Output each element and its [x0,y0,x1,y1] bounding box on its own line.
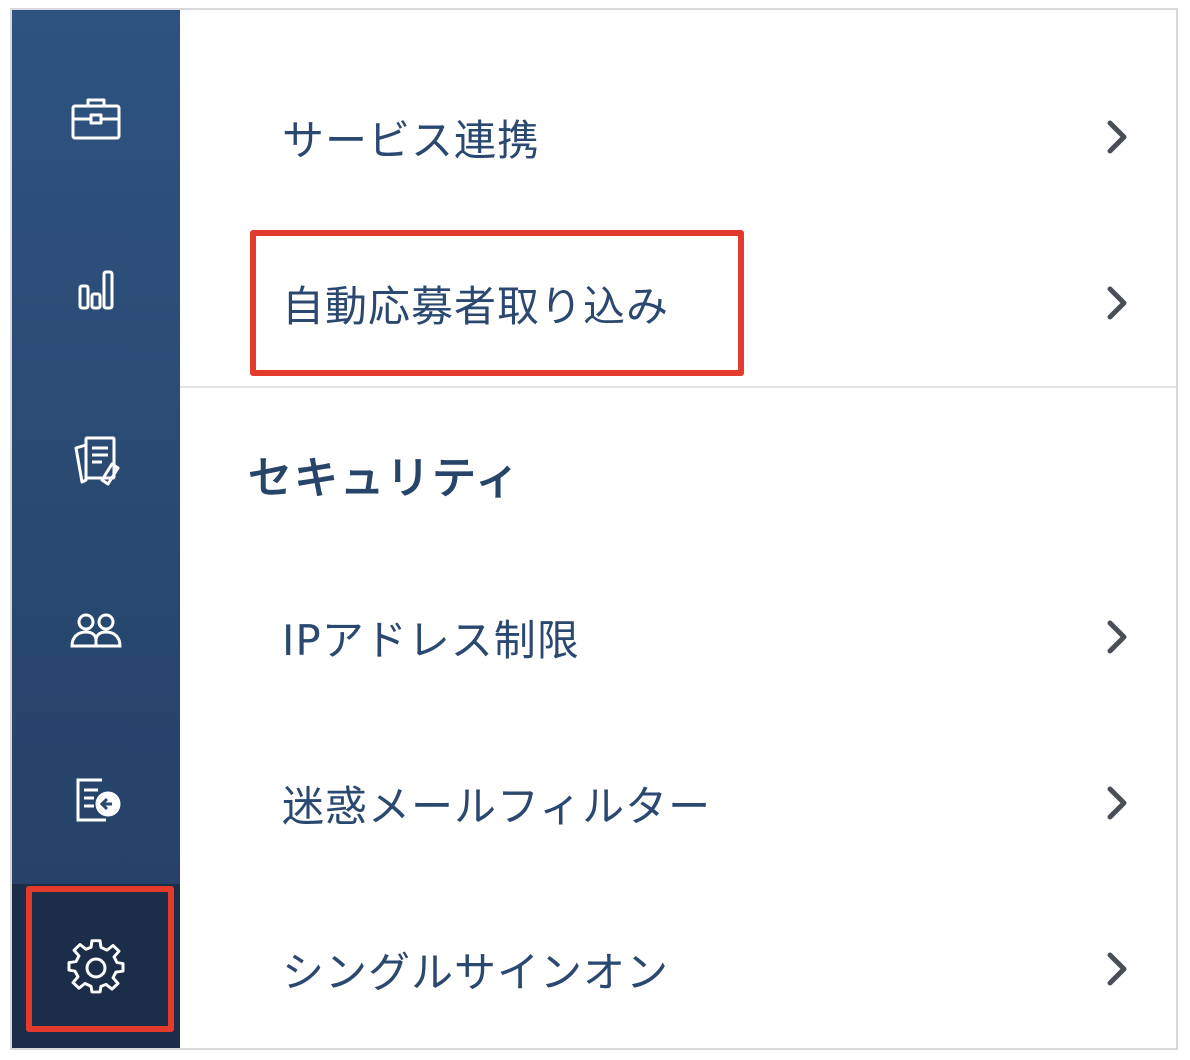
sidebar-item-users[interactable] [12,546,180,714]
gear-icon [67,939,125,994]
chevron-right-icon [1107,286,1127,320]
sidebar-item-import[interactable] [12,716,180,884]
sidebar-item-reports[interactable] [12,206,180,374]
menu-item-service-integration[interactable]: サービス連携 [180,72,1176,202]
users-icon [70,613,122,648]
chevron-right-icon [1107,952,1127,986]
section-title-security: セキュリティ [248,453,522,504]
menu-item-label: 自動応募者取り込み [282,281,670,331]
sidebar [12,10,180,1048]
menu-item-ip-restriction[interactable]: IPアドレス制限 [180,572,1176,702]
menu-item-spam-filter[interactable]: 迷惑メールフィルター [180,738,1176,868]
divider [180,386,1176,388]
export-list-icon [76,778,121,822]
menu-item-label: シングルサインオン [282,947,670,997]
settings-panel: サービス連携 自動応募者取り込み セキュリティ IPアドレス制限 迷惑メールフィ… [10,8,1178,1050]
documents-icon [74,436,120,486]
chevron-right-icon [1107,120,1127,154]
briefcase-icon [71,98,121,140]
chevron-right-icon [1107,620,1127,654]
bar-chart-icon [78,270,114,310]
chevron-right-icon [1107,786,1127,820]
settings-menu: サービス連携 自動応募者取り込み セキュリティ IPアドレス制限 迷惑メールフィ… [180,10,1176,1048]
sidebar-item-jobs[interactable] [12,36,180,204]
sidebar-item-documents[interactable] [12,376,180,544]
menu-item-label: IPアドレス制限 [282,615,580,665]
sidebar-item-settings[interactable] [12,884,180,1048]
menu-item-single-sign-on[interactable]: シングルサインオン [180,904,1176,1034]
menu-item-auto-applicant-import[interactable]: 自動応募者取り込み [180,238,1176,368]
menu-item-label: 迷惑メールフィルター [282,781,712,831]
menu-item-label: サービス連携 [282,115,541,165]
